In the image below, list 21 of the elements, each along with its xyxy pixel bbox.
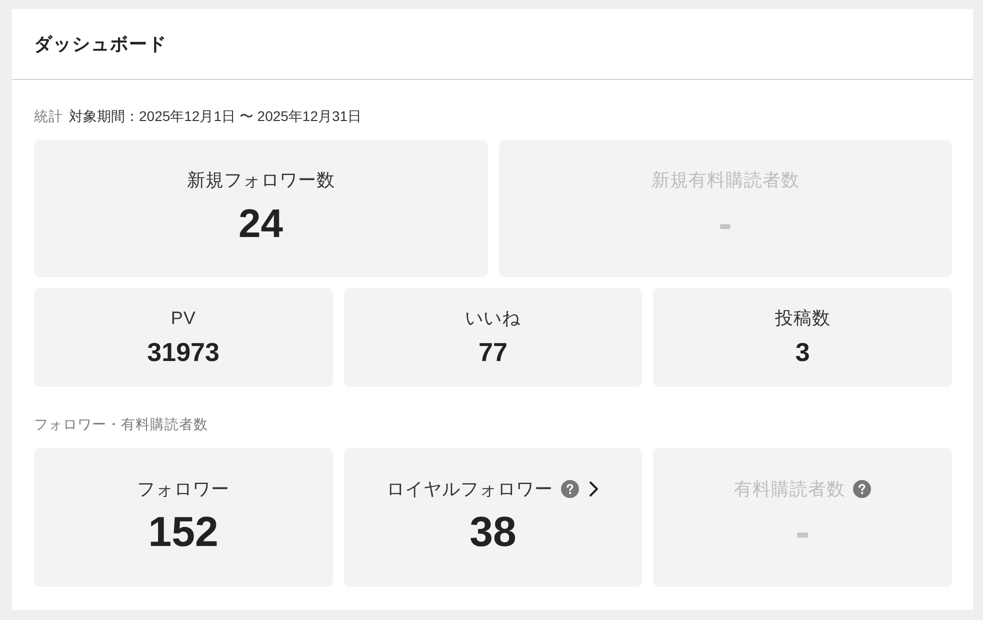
help-icon[interactable] [561, 480, 580, 498]
stat-label: 投稿数 [774, 307, 830, 330]
stat-card[interactable]: ロイヤルフォロワー 38 [344, 448, 642, 587]
stat-value: - [796, 508, 810, 556]
page-title: ダッシュボード [34, 33, 167, 56]
stat-label: いいね [465, 307, 521, 330]
chevron-right-icon[interactable] [589, 481, 600, 497]
stat-value: 38 [470, 508, 516, 556]
stat-value: 24 [238, 201, 283, 248]
stat-label: PV [170, 307, 196, 330]
period-text: 対象期間：2025年12月1日 〜 2025年12月31日 [69, 107, 362, 125]
stat-label: 新規フォロワー数 [186, 169, 335, 192]
stat-value: - [718, 201, 732, 248]
stat-value: 31973 [147, 336, 220, 368]
stat-value: 77 [478, 336, 508, 368]
stat-value: 3 [795, 336, 810, 368]
stat-label: ロイヤルフォロワー [386, 478, 554, 501]
stat-value: 152 [148, 508, 218, 556]
section-label: 統計 [34, 107, 63, 125]
section-label: フォロワー・有料購読者数 [34, 415, 208, 433]
stat-label: フォロワー [137, 478, 230, 501]
